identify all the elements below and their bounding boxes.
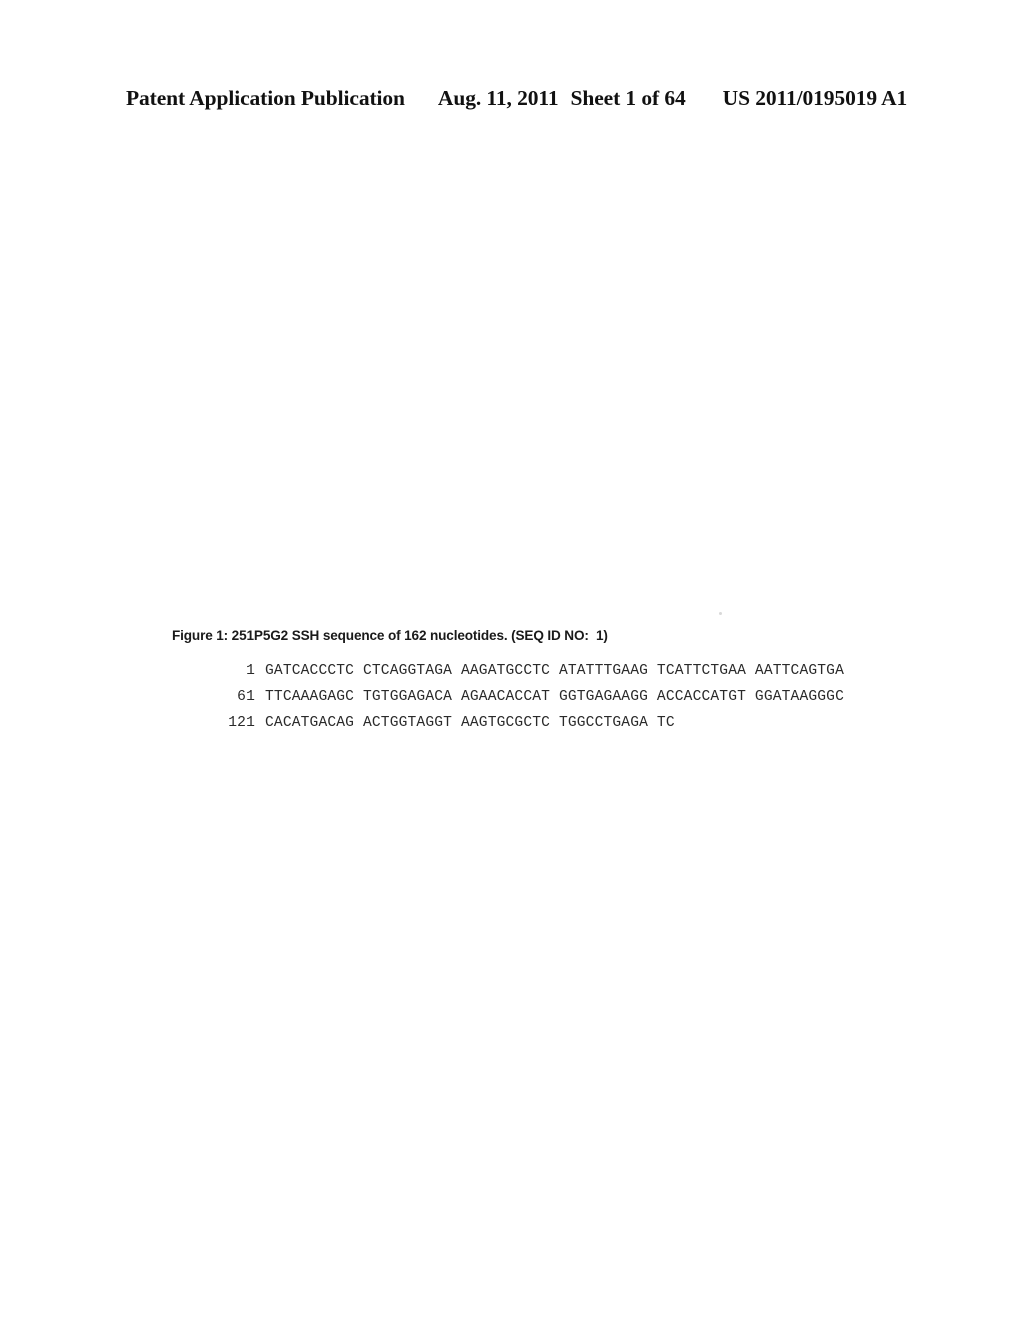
nucleotide-sequence-listing: 1 GATCACCCTC CTCAGGTAGA AAGATGCCTC ATATT… bbox=[225, 658, 844, 736]
header-document-number: US 2011/0195019 A1 bbox=[722, 86, 908, 110]
sequence-line-bases: GATCACCCTC CTCAGGTAGA AAGATGCCTC ATATTTG… bbox=[265, 663, 844, 679]
sequence-row: 61 TTCAAAGAGC TGTGGAGACA AGAACACCAT GGTG… bbox=[225, 684, 844, 710]
patent-publication-page: { "header": { "publication": "Patent App… bbox=[0, 0, 1024, 1320]
page-running-header: Patent Application Publication Aug. 11, … bbox=[126, 86, 907, 114]
sequence-line-bases: TTCAAAGAGC TGTGGAGACA AGAACACCAT GGTGAGA… bbox=[265, 689, 844, 705]
header-publication-title: Patent Application Publication bbox=[126, 86, 405, 110]
sequence-line-number: 61 bbox=[237, 689, 255, 705]
sequence-line-number: 121 bbox=[228, 715, 255, 731]
sequence-row: 121 CACATGACAG ACTGGTAGGT AAGTGCGCTC TGG… bbox=[225, 710, 844, 736]
sequence-line-number: 1 bbox=[246, 663, 255, 679]
sequence-line-bases: CACATGACAG ACTGGTAGGT AAGTGCGCTC TGGCCTG… bbox=[265, 715, 675, 731]
header-publication-date: Aug. 11, 2011 bbox=[437, 86, 559, 110]
header-sheet-number: Sheet 1 of 64 bbox=[570, 86, 686, 110]
scan-artifact-speck bbox=[719, 612, 722, 615]
figure-1-caption: Figure 1: 251P5G2 SSH sequence of 162 nu… bbox=[172, 628, 608, 643]
sequence-row: 1 GATCACCCTC CTCAGGTAGA AAGATGCCTC ATATT… bbox=[225, 658, 844, 684]
